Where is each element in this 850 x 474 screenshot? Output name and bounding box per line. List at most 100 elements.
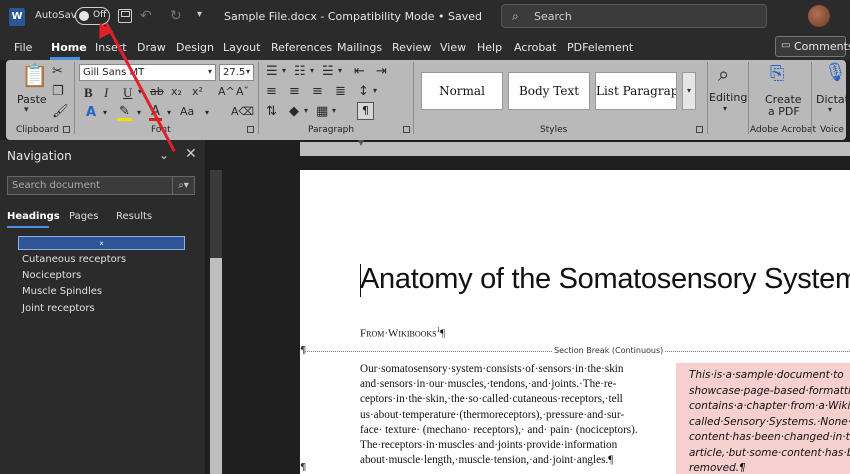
font-color-dropdown-icon[interactable]: ▾: [167, 109, 171, 117]
heading-item[interactable]: Joint receptors: [22, 303, 95, 314]
customize-toolbar-icon[interactable]: ▾: [197, 9, 202, 20]
editing-dropdown-icon[interactable]: ▾: [723, 105, 727, 113]
shrink-font-icon[interactable]: Aˇ: [236, 86, 249, 97]
tab-view[interactable]: View: [440, 41, 466, 54]
increase-indent-icon[interactable]: ⇥: [376, 65, 387, 78]
comments-button[interactable]: ▭ Comments: [775, 36, 850, 57]
sort-icon[interactable]: ⇅: [266, 105, 277, 118]
text-effects-dropdown-icon[interactable]: ▾: [103, 109, 107, 117]
microphone-icon[interactable]: 🎙: [824, 64, 847, 82]
word-app-icon[interactable]: W: [9, 8, 25, 26]
format-painter-icon[interactable]: 🖌: [52, 105, 69, 118]
tab-headings[interactable]: Headings: [7, 211, 60, 222]
cut-icon[interactable]: ✂: [52, 65, 63, 78]
style-list-paragraph[interactable]: List Paragraph: [595, 72, 677, 110]
tab-help[interactable]: Help: [477, 41, 502, 54]
numbering-icon[interactable]: ☷: [294, 65, 306, 78]
copy-icon[interactable]: ❐: [52, 85, 64, 98]
italic-icon[interactable]: I: [104, 86, 108, 99]
font-size-select[interactable]: 27.5 ▾: [219, 64, 254, 81]
bullets-icon[interactable]: ☰: [266, 65, 278, 78]
document-heading[interactable]: Anatomy of the Somatosensory System¶: [360, 263, 850, 296]
line-spacing-dropdown-icon[interactable]: ▾: [373, 87, 377, 95]
tab-pages[interactable]: Pages: [69, 211, 98, 222]
subscript-icon[interactable]: x₂: [171, 86, 182, 97]
multilevel-list-icon[interactable]: ☱: [322, 65, 334, 78]
vertical-ruler-page[interactable]: [210, 258, 222, 474]
tab-mailings[interactable]: Mailings: [337, 41, 382, 54]
close-icon[interactable]: ✕: [185, 146, 197, 162]
dictate-button[interactable]: Dictate: [816, 93, 850, 106]
strikethrough-icon[interactable]: ab: [150, 86, 164, 97]
footnote-ref[interactable]: 1: [437, 326, 441, 334]
paragraph-launcher-icon[interactable]: [403, 126, 410, 133]
style-normal[interactable]: Normal: [421, 72, 503, 110]
shading-icon[interactable]: ◆: [289, 105, 299, 118]
tab-pdfelement[interactable]: PDFelement: [567, 41, 633, 54]
tab-layout[interactable]: Layout: [223, 41, 260, 54]
bold-icon[interactable]: B: [84, 86, 93, 99]
find-icon[interactable]: ⌕: [718, 64, 729, 84]
search-icon[interactable]: ⌕▾: [172, 177, 194, 194]
underline-icon[interactable]: U: [123, 86, 132, 99]
tab-file[interactable]: File: [14, 41, 32, 54]
tab-results[interactable]: Results: [116, 211, 152, 222]
borders-icon[interactable]: ▦: [316, 105, 328, 118]
font-launcher-icon[interactable]: [247, 126, 254, 133]
tab-home[interactable]: Home: [51, 41, 87, 54]
highlight-dropdown-icon[interactable]: ▾: [137, 109, 141, 117]
chevron-down-icon[interactable]: ⌄: [159, 148, 169, 162]
multilevel-dropdown-icon[interactable]: ▾: [338, 67, 342, 75]
align-right-icon[interactable]: ≡: [312, 85, 323, 98]
heading-item-selected[interactable]: ⌅: [18, 236, 185, 250]
change-case-dropdown-icon[interactable]: ▾: [205, 109, 209, 117]
align-left-icon[interactable]: ≡: [266, 85, 277, 98]
redo-icon[interactable]: ↻: [170, 8, 182, 24]
paste-icon[interactable]: 📋: [21, 66, 48, 88]
undo-icon[interactable]: ↶: [140, 8, 152, 24]
paste-dropdown-icon[interactable]: ▾: [24, 106, 29, 115]
highlight-icon[interactable]: ✎: [117, 105, 132, 121]
search-input[interactable]: ⌕ Search: [501, 4, 767, 28]
avatar[interactable]: [808, 5, 830, 27]
search-document-input[interactable]: Search document ⌕▾: [7, 176, 195, 195]
body-paragraph[interactable]: Our·somatosensory·system·consists·of·sen…: [360, 362, 662, 468]
tab-draw[interactable]: Draw: [137, 41, 166, 54]
create-pdf-button-line2[interactable]: a PDF: [768, 105, 800, 118]
from-line[interactable]: From·Wikibooks1¶: [360, 326, 445, 340]
sidebar-note-box[interactable]: This·is·a·sample·document·to showcase·pa…: [676, 363, 850, 474]
tab-design[interactable]: Design: [176, 41, 214, 54]
line-spacing-icon[interactable]: ↕: [358, 85, 369, 98]
change-case-icon[interactable]: Aa: [180, 106, 194, 117]
text-effects-icon[interactable]: A: [86, 106, 96, 119]
borders-dropdown-icon[interactable]: ▾: [332, 107, 336, 115]
tab-review[interactable]: Review: [392, 41, 431, 54]
clear-formatting-icon[interactable]: A⌫: [231, 106, 254, 117]
save-icon[interactable]: [118, 9, 132, 23]
bullets-dropdown-icon[interactable]: ▾: [282, 67, 286, 75]
tab-references[interactable]: References: [271, 41, 332, 54]
align-center-icon[interactable]: ≡: [289, 85, 300, 98]
horizontal-ruler[interactable]: [300, 142, 850, 156]
styles-gallery-more-icon[interactable]: ▾: [682, 72, 696, 110]
grow-font-icon[interactable]: A^: [218, 86, 235, 97]
heading-item[interactable]: Nociceptors: [22, 270, 81, 281]
shading-dropdown-icon[interactable]: ▾: [304, 107, 308, 115]
show-formatting-button[interactable]: ¶: [357, 102, 374, 120]
indent-marker-icon[interactable]: [358, 140, 364, 150]
heading-item[interactable]: Cutaneous receptors: [22, 254, 126, 265]
font-family-select[interactable]: Gill Sans MT ▾: [79, 64, 216, 81]
numbering-dropdown-icon[interactable]: ▾: [310, 67, 314, 75]
clipboard-launcher-icon[interactable]: [63, 126, 70, 133]
tab-acrobat[interactable]: Acrobat: [514, 41, 556, 54]
editing-button[interactable]: Editing: [709, 91, 747, 104]
superscript-icon[interactable]: x²: [192, 86, 203, 97]
decrease-indent-icon[interactable]: ⇤: [354, 65, 365, 78]
dictate-dropdown-icon[interactable]: ▾: [828, 106, 832, 114]
styles-launcher-icon[interactable]: [696, 126, 703, 133]
create-pdf-icon[interactable]: ⎘: [770, 65, 784, 83]
paste-button[interactable]: Paste: [17, 93, 47, 106]
justify-icon[interactable]: ≣: [335, 85, 346, 98]
style-body-text[interactable]: Body Text: [508, 72, 590, 110]
heading-item[interactable]: Muscle Spindles: [22, 286, 102, 297]
